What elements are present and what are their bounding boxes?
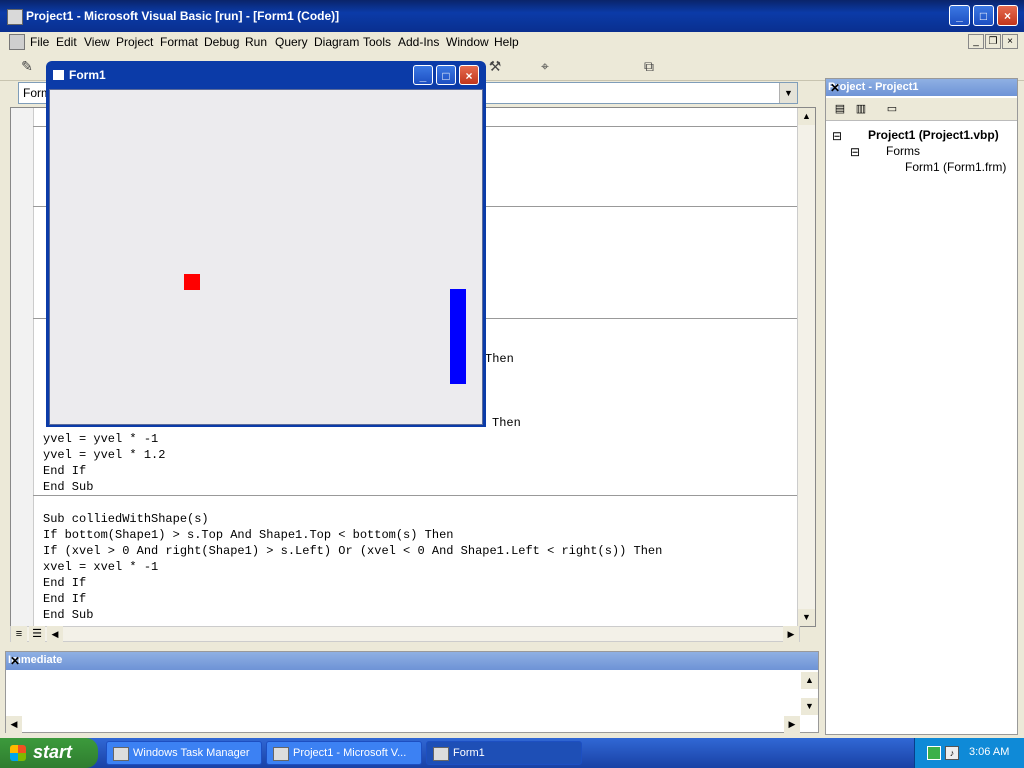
menu-tools[interactable]: Tools [363, 35, 391, 49]
code-line[interactable]: yvel = yvel * -1 [43, 432, 158, 446]
mdi-restore-button[interactable]: ❐ [985, 34, 1001, 49]
menu-run[interactable]: Run [245, 35, 267, 49]
vb-app-icon [273, 747, 289, 761]
scroll-left-icon[interactable]: ◀ [47, 626, 63, 643]
code-line[interactable]: xvel = xvel * -1 [43, 560, 158, 574]
start-label: start [33, 742, 73, 762]
code-margin [11, 108, 34, 626]
immediate-window[interactable]: Immediate ✕ ▲ ▼ ◀ ▶ [5, 651, 819, 733]
size-icon[interactable]: ⧉ [640, 57, 658, 75]
tree-project-node[interactable]: Project1 (Project1.vbp) [868, 128, 999, 142]
project-explorer-titlebar: Project - Project1 ✕ [826, 79, 1017, 96]
clock[interactable]: 3:06 AM [969, 746, 1009, 758]
code-line[interactable]: End Sub [43, 608, 93, 622]
project-explorer-toolbar: ▤ ▥ ▭ [826, 98, 1017, 121]
taskbar: start Windows Task Manager Project1 - Mi… [0, 738, 1024, 768]
tree-forms-folder[interactable]: Forms [886, 144, 920, 158]
view-code-icon[interactable]: ▤ [831, 101, 849, 117]
horizontal-scrollbar[interactable]: ≡ ☰ ◀ ▶ [10, 626, 800, 643]
menu-format[interactable]: Format [160, 35, 198, 49]
scroll-up-icon[interactable]: ▲ [801, 672, 818, 689]
code-line[interactable]: End Sub [43, 480, 93, 494]
code-line[interactable]: Sub colliedWithShape(s) [43, 512, 209, 526]
menu-add-ins[interactable]: Add-Ins [398, 35, 439, 49]
task-form1[interactable]: Form1 [426, 741, 582, 765]
form1-client-area[interactable] [49, 89, 483, 425]
maximize-button[interactable]: □ [973, 5, 994, 26]
scroll-left-icon[interactable]: ◀ [6, 716, 22, 733]
menu-help[interactable]: Help [494, 35, 519, 49]
form-maximize-button[interactable]: □ [436, 65, 456, 85]
task-manager-icon [113, 747, 129, 761]
menu-window[interactable]: Window [446, 35, 489, 49]
menu-project[interactable]: Project [116, 35, 153, 49]
add-project-icon[interactable]: ✎ [18, 57, 36, 75]
mdi-minimize-button[interactable]: _ [968, 34, 984, 49]
menu-file[interactable]: File [30, 35, 49, 49]
system-tray: ♪ 3:06 AM [914, 738, 1024, 768]
scroll-down-icon[interactable]: ▼ [801, 698, 818, 715]
scroll-right-icon[interactable]: ▶ [783, 626, 799, 643]
toggle-folders-icon[interactable]: ▭ [883, 101, 901, 117]
position-icon[interactable]: ⌖ [536, 57, 554, 75]
tray-app-icon[interactable] [927, 746, 941, 760]
close-button[interactable]: × [997, 5, 1018, 26]
task-label: Windows Task Manager [133, 747, 250, 759]
close-icon[interactable]: ✕ [828, 81, 842, 95]
view-object-icon[interactable]: ▥ [852, 101, 870, 117]
vb-app-icon[interactable] [7, 9, 23, 25]
title-bar: Project1 - Microsoft Visual Basic [run] … [0, 0, 1024, 32]
full-module-view-icon[interactable]: ☰ [29, 626, 45, 643]
form-minimize-button[interactable]: _ [413, 65, 433, 85]
menu-bar: File Edit View Project Format Debug Run … [0, 32, 1024, 52]
ball-shape [184, 274, 200, 290]
mdi-close-button[interactable]: × [1002, 34, 1018, 49]
task-task-manager[interactable]: Windows Task Manager [106, 741, 262, 765]
vertical-scrollbar[interactable]: ▲ ▼ [797, 108, 815, 626]
menu-view[interactable]: View [84, 35, 110, 49]
menu-debug[interactable]: Debug [204, 35, 239, 49]
procedure-separator [33, 495, 801, 496]
code-line[interactable]: Then [485, 352, 514, 366]
form1-window[interactable]: Form1 _ □ × [46, 61, 486, 427]
task-label: Project1 - Microsoft V... [293, 747, 407, 759]
procedure-view-icon[interactable]: ≡ [11, 626, 27, 643]
form-icon [433, 747, 449, 761]
minimize-button[interactable]: _ [949, 5, 970, 26]
task-visual-basic[interactable]: Project1 - Microsoft V... [266, 741, 422, 765]
window-title: Project1 - Microsoft Visual Basic [run] … [26, 9, 340, 23]
code-line[interactable]: yvel = yvel * 1.2 [43, 448, 165, 462]
task-label: Form1 [453, 747, 485, 759]
toolbox-icon[interactable]: ⚒ [486, 57, 504, 75]
start-button[interactable]: start [0, 738, 98, 768]
paddle-shape [450, 289, 466, 384]
code-line[interactable]: End If [43, 592, 86, 606]
code-line[interactable]: End If [43, 464, 86, 478]
tree-form1-node[interactable]: Form1 (Form1.frm) [905, 160, 1006, 174]
mdi-child-icon[interactable] [9, 34, 25, 50]
immediate-titlebar: Immediate ✕ [6, 652, 818, 670]
project-explorer: Project - Project1 ✕ ▤ ▥ ▭ ⊟ Project1 (P… [825, 78, 1018, 735]
form-icon [53, 70, 64, 80]
tree-toggle-icon[interactable]: ⊟ [850, 145, 860, 159]
code-line[interactable]: If bottom(Shape1) > s.Top And Shape1.Top… [43, 528, 453, 542]
form-close-button[interactable]: × [459, 65, 479, 85]
chevron-down-icon[interactable]: ▼ [779, 83, 797, 103]
close-icon[interactable]: ✕ [8, 654, 22, 668]
menu-query[interactable]: Query [275, 35, 308, 49]
code-line[interactable]: Then [492, 416, 521, 430]
menu-diagram[interactable]: Diagram [314, 35, 359, 49]
volume-icon[interactable]: ♪ [945, 746, 959, 760]
scroll-right-icon[interactable]: ▶ [784, 716, 800, 733]
tree-toggle-icon[interactable]: ⊟ [832, 129, 842, 143]
code-line[interactable]: End If [43, 576, 86, 590]
menu-edit[interactable]: Edit [56, 35, 77, 49]
windows-flag-icon [10, 745, 26, 761]
scroll-down-icon[interactable]: ▼ [798, 609, 815, 626]
form1-title: Form1 [69, 68, 106, 82]
scroll-up-icon[interactable]: ▲ [798, 108, 815, 125]
code-line[interactable]: If (xvel > 0 And right(Shape1) > s.Left)… [43, 544, 662, 558]
